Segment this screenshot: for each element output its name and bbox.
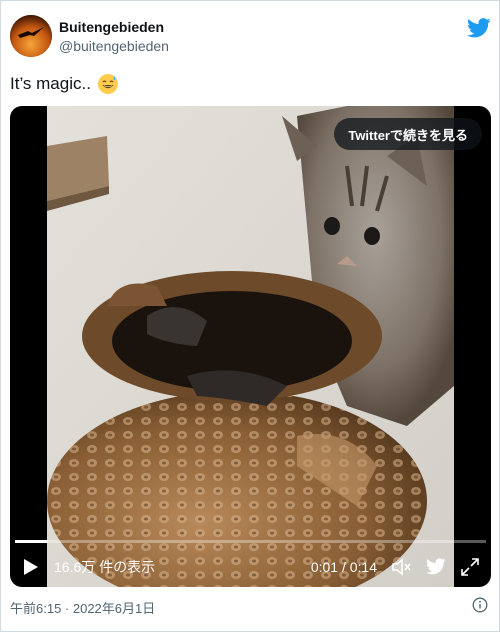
info-icon[interactable] — [472, 597, 488, 613]
video-player[interactable]: Twitterで続きを見る 16.6万 件の表示 0:01 / 0:14 — [10, 106, 491, 587]
continue-on-twitter-button[interactable]: Twitterで続きを見る — [334, 118, 482, 150]
volume-icon[interactable] — [391, 556, 413, 578]
tweet-body: It’s magic.. — [10, 74, 91, 93]
author-display-name[interactable]: Buitengebieden — [59, 19, 164, 35]
avatar[interactable] — [10, 15, 52, 57]
tweet-card: Buitengebieden @buitengebieden It’s magi… — [0, 0, 500, 632]
video-timecode: 0:01 / 0:14 — [310, 558, 377, 575]
twitter-bird-icon[interactable] — [425, 556, 447, 578]
twitter-bird-icon[interactable] — [467, 18, 491, 38]
view-count: 16.6万 件の表示 — [54, 558, 156, 575]
video-frame[interactable] — [47, 106, 454, 587]
author-handle[interactable]: @buitengebieden — [59, 38, 169, 54]
tweet-text: It’s magic.. — [10, 73, 119, 95]
video-progress-fill — [15, 540, 48, 543]
tweet-timestamp[interactable]: 午前6:15 · 2022年6月1日 — [10, 598, 155, 617]
video-progress-bar[interactable] — [15, 540, 486, 543]
grinning-face-with-sweat-emoji — [97, 73, 119, 95]
video-controls: 16.6万 件の表示 0:01 / 0:14 — [10, 546, 491, 587]
fullscreen-icon[interactable] — [459, 556, 481, 578]
play-icon[interactable] — [20, 556, 42, 578]
